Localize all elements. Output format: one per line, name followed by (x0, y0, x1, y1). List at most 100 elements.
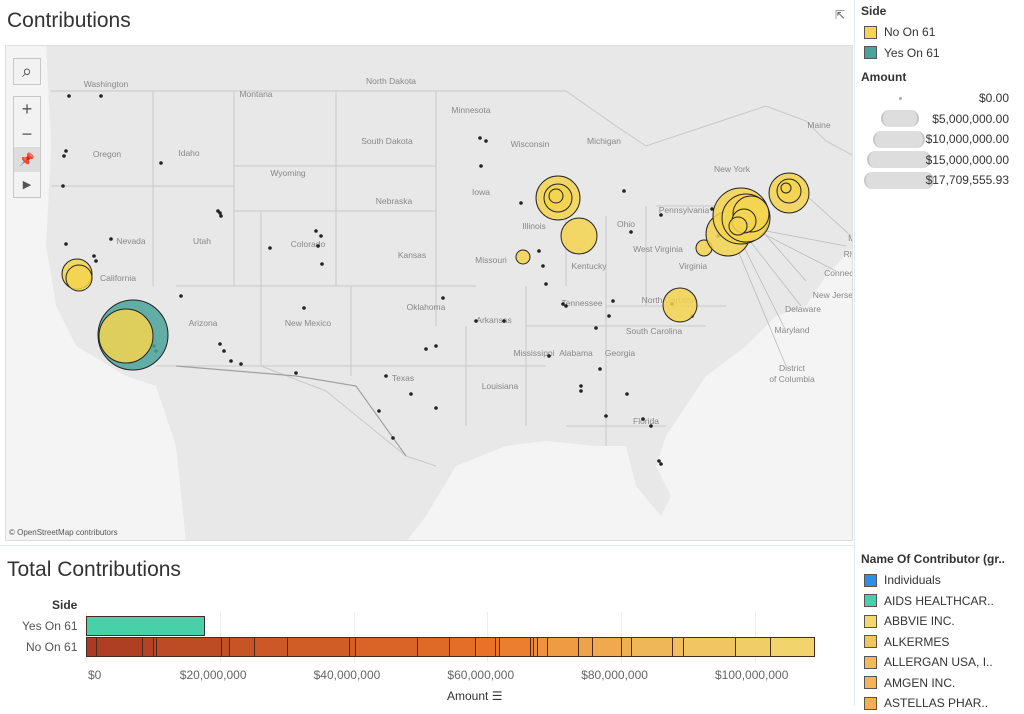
bar-segment-no-on-61[interactable] (672, 637, 683, 657)
bar-yes-on-61[interactable] (86, 616, 206, 636)
legend-item-yes[interactable]: Yes On 61 (861, 43, 1009, 64)
contribution-dot[interactable] (441, 296, 445, 300)
zoom-in-button[interactable]: + (14, 97, 40, 122)
contribution-dot[interactable] (314, 229, 318, 233)
contribution-dot[interactable] (434, 344, 438, 348)
contribution-dot[interactable] (159, 161, 163, 165)
pin-icon[interactable]: 📌 (14, 147, 40, 172)
legend-item-no[interactable]: No On 61 (861, 22, 1009, 43)
legend-item-contributor[interactable]: ALKERMES (861, 632, 1005, 653)
bar-segment-no-on-61[interactable] (229, 637, 254, 657)
contribution-dot[interactable] (179, 294, 183, 298)
legend-item-contributor[interactable]: Individuals (861, 570, 1005, 591)
legend-item-contributor[interactable]: ASTELLAS PHAR.. (861, 693, 1005, 714)
contribution-bubble[interactable] (548, 188, 564, 204)
bar-segment-no-on-61[interactable] (221, 637, 230, 657)
contribution-dot[interactable] (629, 230, 633, 234)
contribution-bubble[interactable] (560, 217, 598, 255)
contribution-dot[interactable] (537, 249, 541, 253)
play-icon[interactable]: ▶ (14, 172, 40, 197)
contribution-dot[interactable] (474, 319, 478, 323)
contribution-dot[interactable] (502, 319, 506, 323)
contribution-dot[interactable] (391, 436, 395, 440)
contribution-bubble[interactable] (98, 308, 154, 364)
contribution-dot[interactable] (384, 374, 388, 378)
contribution-dot[interactable] (484, 139, 488, 143)
bar-segment-no-on-61[interactable] (498, 637, 531, 657)
bar-segment-no-on-61[interactable] (156, 637, 222, 657)
contribution-dot[interactable] (564, 304, 568, 308)
contribution-dot[interactable] (611, 299, 615, 303)
contribution-dot[interactable] (424, 347, 428, 351)
contribution-dot[interactable] (434, 406, 438, 410)
legend-item-contributor[interactable]: ALLERGAN USA, I.. (861, 652, 1005, 673)
contribution-dot[interactable] (657, 459, 661, 463)
bar-segment-no-on-61[interactable] (253, 637, 287, 657)
contribution-dot[interactable] (239, 362, 243, 366)
bar-segment-no-on-61[interactable] (769, 637, 816, 657)
contribution-dot[interactable] (649, 424, 653, 428)
contribution-dot[interactable] (547, 354, 551, 358)
bar-segment-no-on-61[interactable] (286, 637, 349, 657)
contribution-dot[interactable] (229, 359, 233, 363)
contribution-dot[interactable] (409, 392, 413, 396)
bar-segment-no-on-61[interactable] (546, 637, 578, 657)
contribution-dot[interactable] (109, 237, 113, 241)
contribution-bubble[interactable] (515, 249, 531, 265)
contribution-dot[interactable] (64, 149, 68, 153)
bar-segment-no-on-61[interactable] (354, 637, 418, 657)
contribution-dot[interactable] (94, 259, 98, 263)
contribution-dot[interactable] (541, 264, 545, 268)
contribution-dot[interactable] (561, 302, 565, 306)
bar-segment-no-on-61[interactable] (96, 637, 143, 657)
legend-item-contributor[interactable]: ABBVIE INC. (861, 611, 1005, 632)
bar-segment-no-on-61[interactable] (417, 637, 450, 657)
bar-segment-no-on-61[interactable] (536, 637, 547, 657)
contribution-dot[interactable] (579, 389, 583, 393)
zoom-out-button[interactable]: − (14, 122, 40, 147)
map[interactable]: Washington Montana North Dakota Minnesota Or… (5, 45, 853, 541)
search-icon[interactable]: ⌕ (14, 59, 40, 84)
contribution-bubble[interactable] (780, 182, 792, 194)
map-canvas[interactable]: Washington Montana North Dakota Minnesota Or… (6, 46, 853, 541)
popout-icon[interactable]: ⇱ (835, 8, 845, 22)
contribution-dot[interactable] (92, 254, 96, 258)
contribution-dot[interactable] (598, 367, 602, 371)
bar-segment-no-on-61[interactable] (631, 637, 673, 657)
contribution-dot[interactable] (519, 201, 523, 205)
contribution-dot[interactable] (607, 314, 611, 318)
contribution-dot[interactable] (99, 94, 103, 98)
bar-segment-no-on-61[interactable] (734, 637, 770, 657)
contribution-dot[interactable] (67, 94, 71, 98)
contribution-dot[interactable] (218, 342, 222, 346)
contribution-dot[interactable] (479, 164, 483, 168)
contribution-dot[interactable] (659, 213, 663, 217)
bar-segment-no-on-61[interactable] (474, 637, 495, 657)
contribution-dot[interactable] (316, 244, 320, 248)
bar-segment-no-on-61[interactable] (591, 637, 621, 657)
contribution-dot[interactable] (594, 326, 598, 330)
contribution-dot[interactable] (377, 409, 381, 413)
contribution-dot[interactable] (604, 414, 608, 418)
contribution-dot[interactable] (544, 282, 548, 286)
bar-segment-no-on-61[interactable] (577, 637, 592, 657)
contribution-bubble[interactable] (662, 287, 698, 323)
contribution-dot[interactable] (62, 154, 66, 158)
contribution-dot[interactable] (478, 136, 482, 140)
contribution-dot[interactable] (625, 392, 629, 396)
legend-item-contributor[interactable]: AIDS HEALTHCAR.. (861, 591, 1005, 612)
contribution-dot[interactable] (302, 306, 306, 310)
contribution-dot[interactable] (64, 242, 68, 246)
contribution-dot[interactable] (268, 246, 272, 250)
contribution-bubble[interactable] (728, 216, 748, 236)
bar-segment-no-on-61[interactable] (86, 637, 97, 657)
contribution-dot[interactable] (319, 234, 323, 238)
contribution-dot[interactable] (641, 417, 645, 421)
bar-segment-no-on-61[interactable] (620, 637, 632, 657)
contribution-dot[interactable] (219, 214, 223, 218)
contribution-dot[interactable] (579, 384, 583, 388)
sort-icon[interactable]: ☰ (492, 689, 503, 703)
legend-item-contributor[interactable]: AMGEN INC. (861, 673, 1005, 694)
contribution-dot[interactable] (659, 462, 663, 466)
contribution-dot[interactable] (222, 349, 226, 353)
